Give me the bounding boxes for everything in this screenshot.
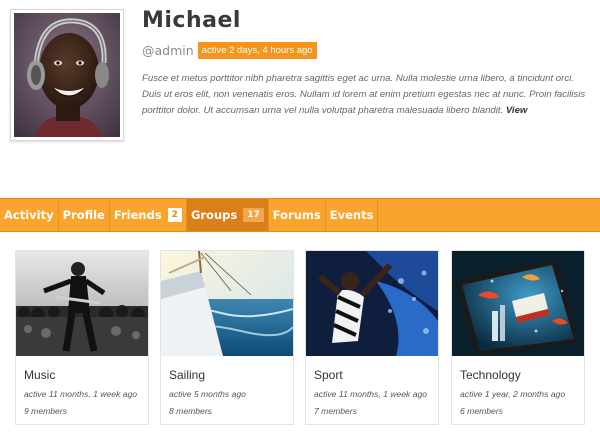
group-last-active: active 5 months ago xyxy=(169,389,246,399)
avatar[interactable] xyxy=(10,9,124,141)
tab-groups[interactable]: Groups 17 xyxy=(186,199,269,231)
group-card-sport[interactable]: Sport active 11 months, 1 week ago 7 mem… xyxy=(305,250,439,425)
tab-label: Activity xyxy=(4,208,54,222)
tab-label: Profile xyxy=(62,208,105,222)
profile-name: Michael xyxy=(142,8,241,33)
group-card-technology[interactable]: Technology active 1 year, 2 months ago 6… xyxy=(451,250,585,425)
tab-label: Forums xyxy=(272,208,321,222)
tab-friends[interactable]: Friends 2 xyxy=(110,199,187,231)
tab-forums[interactable]: Forums xyxy=(269,199,326,231)
profile-photo xyxy=(14,13,120,137)
profile-nav-tabs: Activity Profile Friends 2 Groups 17 For… xyxy=(0,198,600,232)
tab-label: Events xyxy=(329,208,374,222)
group-last-active: active 11 months, 1 week ago xyxy=(24,389,138,399)
group-member-count: 7 members xyxy=(314,406,357,416)
profile-bio: Fusce et metus porttitor nibh pharetra s… xyxy=(142,71,592,119)
tablet-fantasy-image[interactable] xyxy=(452,251,584,356)
group-member-count: 9 members xyxy=(24,406,67,416)
activity-status-badge: active 2 days, 4 hours ago xyxy=(197,41,317,59)
group-last-active: active 1 year, 2 months ago xyxy=(460,389,566,399)
tab-label: Groups xyxy=(190,208,238,222)
groups-count-badge: 17 xyxy=(243,208,264,222)
group-name[interactable]: Technology xyxy=(460,368,521,382)
athlete-splash-image[interactable] xyxy=(306,251,438,356)
concert-crowd-image[interactable] xyxy=(16,251,148,356)
group-name[interactable]: Music xyxy=(24,368,55,382)
tab-events[interactable]: Events xyxy=(326,199,379,231)
group-name[interactable]: Sport xyxy=(314,368,343,382)
group-member-count: 6 members xyxy=(460,406,503,416)
view-bio-link[interactable]: View xyxy=(506,105,528,116)
profile-meta: @admin active 2 days, 4 hours ago xyxy=(142,41,317,59)
group-last-active: active 11 months, 1 week ago xyxy=(314,389,428,399)
group-member-count: 8 members xyxy=(169,406,212,416)
profile-handle: @admin xyxy=(142,42,194,58)
friends-count-badge: 2 xyxy=(167,208,182,222)
group-card-sailing[interactable]: Sailing active 5 months ago 8 members xyxy=(160,250,294,425)
sailboat-sea-image[interactable] xyxy=(161,251,293,356)
tab-label: Friends xyxy=(113,208,162,222)
tab-activity[interactable]: Activity xyxy=(0,199,59,231)
group-name[interactable]: Sailing xyxy=(169,368,205,382)
group-card-music[interactable]: Music active 11 months, 1 week ago 9 mem… xyxy=(15,250,149,425)
tab-profile[interactable]: Profile xyxy=(59,199,110,231)
